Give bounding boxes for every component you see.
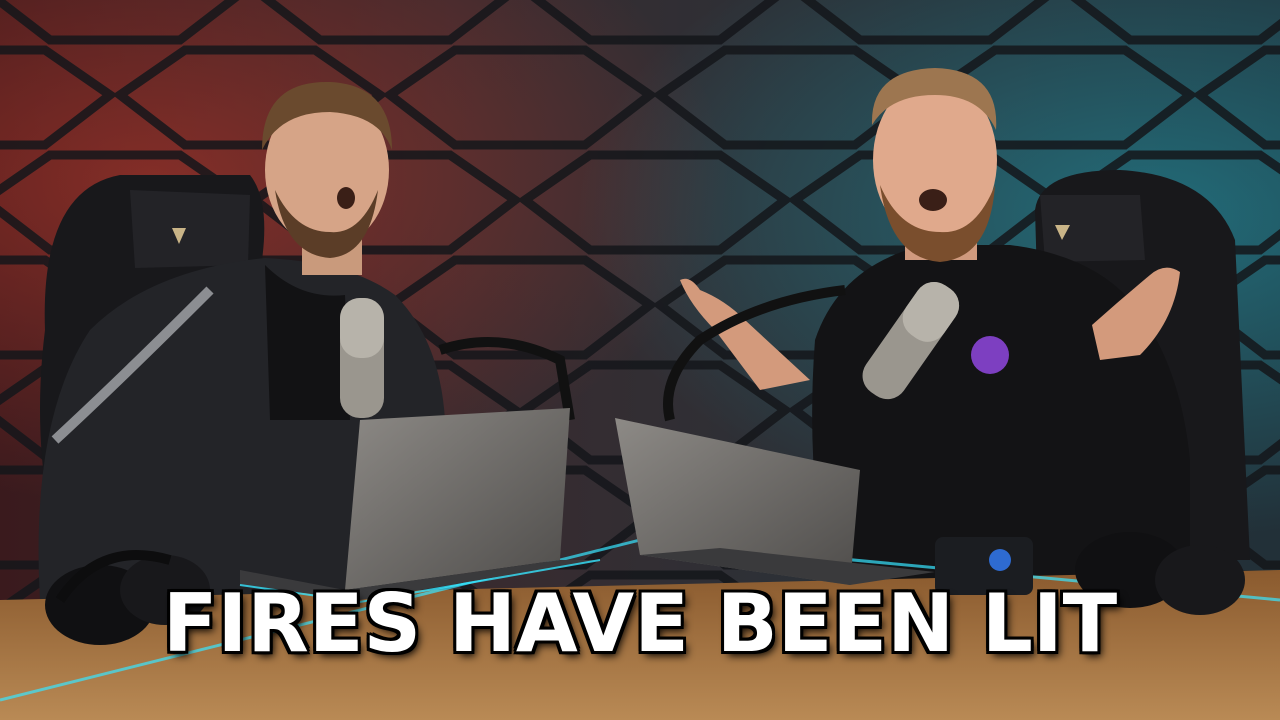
right-host-mouth (919, 189, 947, 211)
thumbnail-caption: FIRES HAVE BEEN LIT (162, 577, 1118, 670)
thumbnail-scene: FIRES HAVE BEEN LIT (0, 0, 1280, 720)
ltt-logo-icon (971, 336, 1009, 374)
left-host-mouth (337, 187, 355, 209)
left-laptop-lid (345, 408, 570, 590)
elgato-logo-icon (989, 549, 1011, 571)
